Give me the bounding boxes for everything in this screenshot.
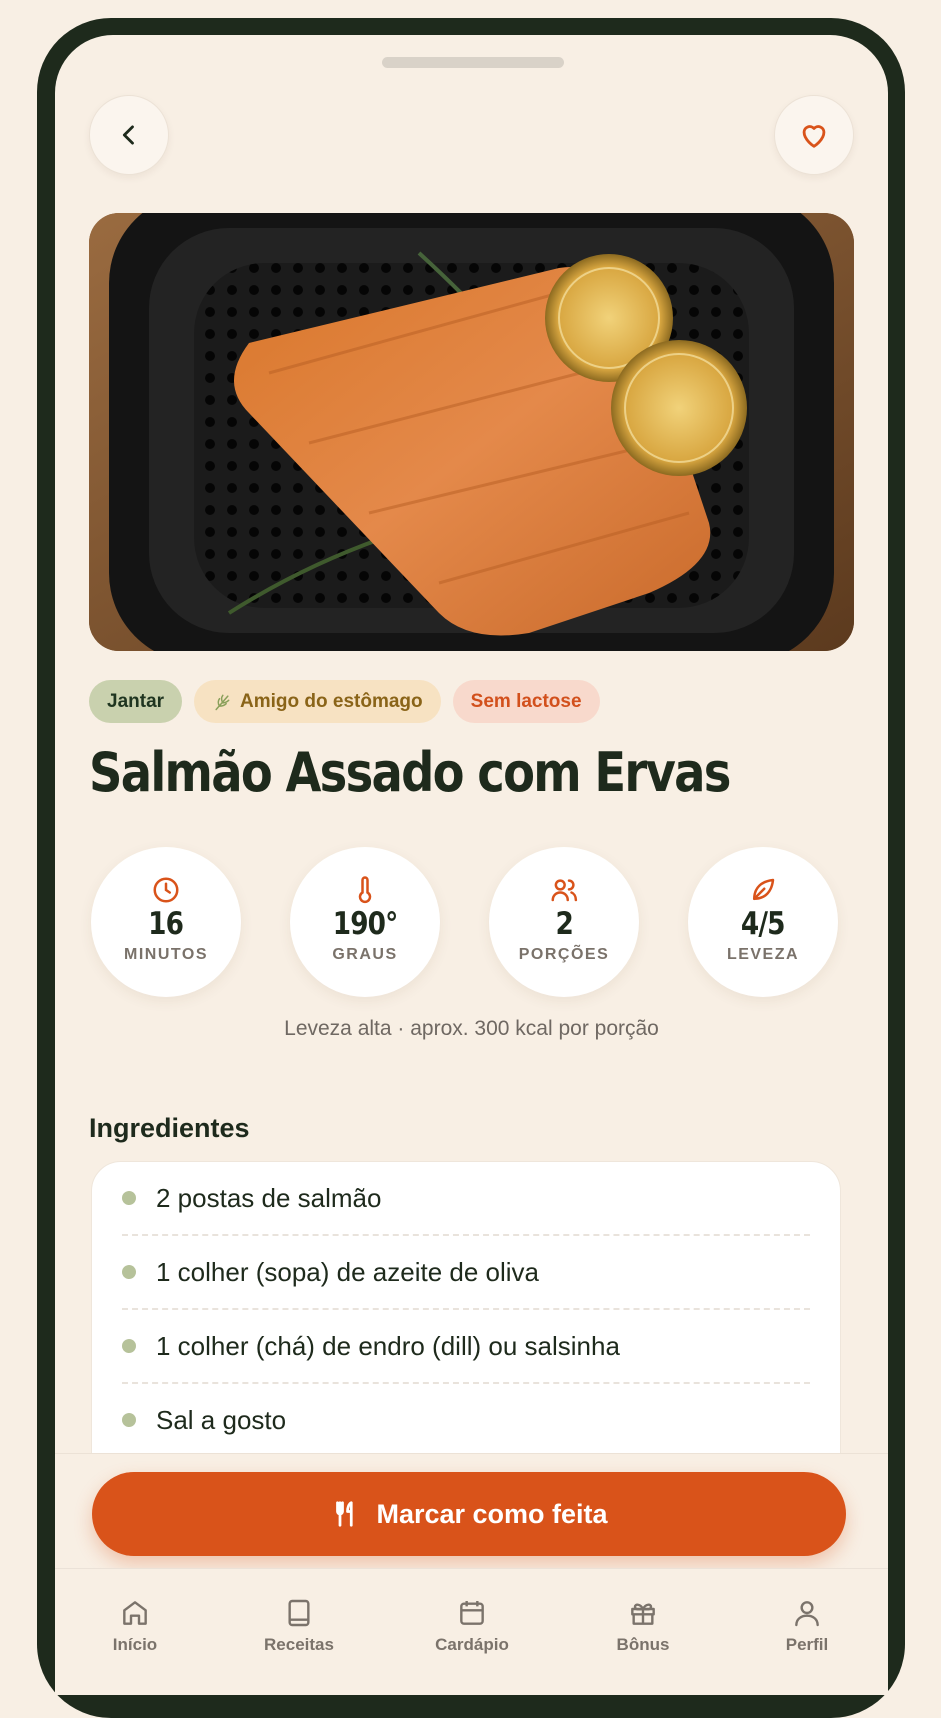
stat-lightness: 4/5 LEVEZA xyxy=(688,847,838,997)
tab-inicio[interactable]: Início xyxy=(65,1597,205,1655)
tag-label: Jantar xyxy=(107,690,165,712)
tab-receitas[interactable]: Receitas xyxy=(229,1597,369,1655)
users-icon xyxy=(551,879,578,902)
mark-done-button[interactable]: Marcar como feita xyxy=(92,1472,846,1556)
stat-servings: 2 PORÇÕES xyxy=(489,847,639,997)
bullet-dot xyxy=(122,1339,136,1353)
ingredients-heading: Ingredientes xyxy=(89,1113,250,1143)
tag-sem-lactose[interactable]: Sem lactose xyxy=(452,680,600,723)
home-icon xyxy=(123,1601,147,1625)
stat-value: 16 xyxy=(148,906,185,942)
mark-done-label: Marcar como feita xyxy=(376,1498,608,1529)
tab-perfil[interactable]: Perfil xyxy=(737,1597,877,1655)
user-icon xyxy=(795,1601,819,1627)
tag-jantar[interactable]: Jantar xyxy=(89,680,183,723)
bullet-dot xyxy=(122,1265,136,1279)
recipe-stats: 16 MINUTOS 190° GRAUS 2 PORÇÕES 4/5 LEVE… xyxy=(91,847,851,999)
herb-icon xyxy=(215,694,230,710)
tab-bonus[interactable]: Bônus xyxy=(573,1597,713,1655)
ingredient-text: 1 colher (sopa) de azeite de oliva xyxy=(156,1256,540,1287)
tag-label: Amigo do estômago xyxy=(240,690,423,712)
ingredient-text: 2 postas de salmão xyxy=(156,1182,382,1213)
stat-value: 4/5 xyxy=(741,906,786,942)
recipe-title: Salmão Assado com Ervas xyxy=(89,741,731,804)
ingredient-text: 1 colher (chá) de endro (dill) ou salsin… xyxy=(156,1330,620,1361)
ingredient-text: Sal a gosto xyxy=(156,1404,287,1435)
stat-value: 190° xyxy=(332,906,399,942)
stat-label: LEVEZA xyxy=(726,946,800,963)
stat-label: PORÇÕES xyxy=(518,946,610,963)
tab-label: Perfil xyxy=(785,1635,829,1654)
bullet-dot xyxy=(122,1413,136,1427)
back-button[interactable] xyxy=(89,95,169,175)
utensils-icon xyxy=(336,1501,354,1527)
recipe-image xyxy=(89,213,854,651)
ingredient-item: Sal a gosto xyxy=(122,1384,810,1458)
ingredient-item: 1 colher (chá) de endro (dill) ou salsin… xyxy=(122,1310,810,1384)
bullet-dot xyxy=(122,1191,136,1205)
stat-temperature: 190° GRAUS xyxy=(290,847,440,997)
leaf-icon xyxy=(753,878,775,900)
ingredient-item: 2 postas de salmão xyxy=(122,1162,810,1236)
recipe-tags: Jantar Amigo do estômago Sem lactose xyxy=(89,680,600,723)
heart-icon xyxy=(802,125,826,148)
stat-value: 2 xyxy=(555,906,573,942)
tab-label: Cardápio xyxy=(435,1635,509,1654)
clock-icon xyxy=(153,877,179,903)
recipe-screen: Jantar Amigo do estômago Sem lactose Sal… xyxy=(55,35,888,1695)
tab-label: Início xyxy=(112,1635,158,1654)
tag-amigo-do-estomago[interactable]: Amigo do estômago xyxy=(194,680,441,723)
chevron-left-icon xyxy=(122,125,134,145)
thermometer-icon xyxy=(358,876,372,904)
book-icon xyxy=(288,1599,310,1627)
tab-label: Bônus xyxy=(616,1635,670,1654)
gift-icon xyxy=(631,1603,655,1625)
stat-label: MINUTOS xyxy=(124,946,208,963)
stat-time: 16 MINUTOS xyxy=(91,847,241,997)
drag-handle xyxy=(382,57,564,68)
calendar-icon xyxy=(460,1601,484,1625)
tab-cardapio[interactable]: Cardápio xyxy=(402,1597,542,1655)
nutrition-note: Leveza alta · aprox. 300 kcal por porção xyxy=(284,1017,659,1040)
tag-label: Sem lactose xyxy=(470,690,582,712)
stat-label: GRAUS xyxy=(332,946,398,963)
tab-label: Receitas xyxy=(264,1635,334,1654)
favorite-button[interactable] xyxy=(774,95,854,175)
ingredient-item: 1 colher (sopa) de azeite de oliva xyxy=(122,1236,810,1310)
bottom-tab-bar: Início Receitas Cardápio Bônus Perfil xyxy=(55,1568,888,1695)
